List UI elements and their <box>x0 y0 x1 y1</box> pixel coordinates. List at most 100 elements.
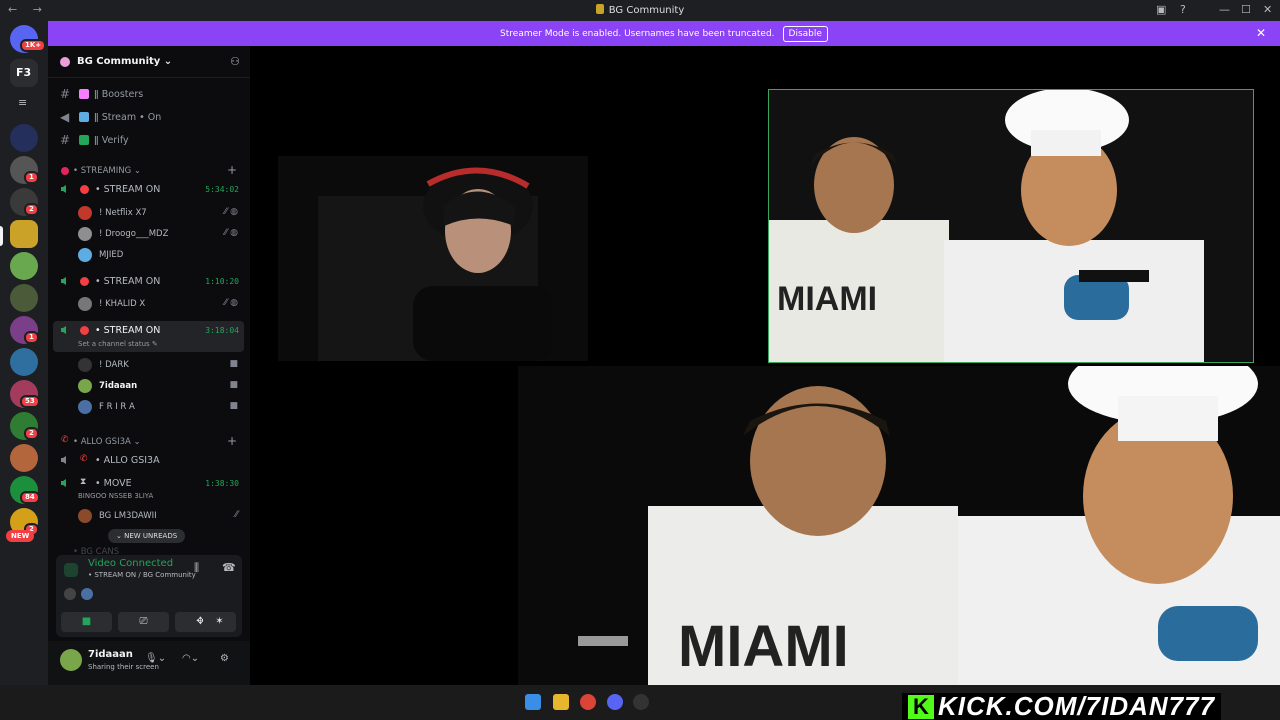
channel-timer: 1:10:20 <box>205 277 239 286</box>
channel-timer: 3:18:04 <box>205 326 239 335</box>
channel-status[interactable]: Set a channel status ✎ <box>78 340 158 348</box>
voice-user[interactable]: F R I R A ■ <box>48 397 250 417</box>
avatar <box>78 248 92 262</box>
avatar <box>64 588 76 600</box>
muted-icon: ⁄⁄ <box>234 510 238 520</box>
server-icon[interactable] <box>10 348 38 376</box>
soundboard-button[interactable]: ✶ <box>203 612 236 632</box>
server-icon[interactable]: F3 <box>10 59 38 87</box>
guild-header[interactable]: BG Community ⌄ ⚇ <box>48 46 250 78</box>
obs-icon[interactable] <box>633 694 649 710</box>
video-icon: ■ <box>229 401 238 411</box>
red-circle-icon <box>80 277 89 286</box>
channel-boosters[interactable]: # ǁ Boosters <box>48 85 250 105</box>
minimize-icon[interactable]: — <box>1219 3 1230 16</box>
server-icon[interactable] <box>10 252 38 280</box>
channel-timer: 1:38:30 <box>205 479 239 488</box>
avatar <box>78 358 92 372</box>
svg-text:MIAMI: MIAMI <box>777 280 877 318</box>
phone-icon: ✆ <box>80 454 88 464</box>
guild-icon <box>60 57 70 67</box>
windows-start-icon[interactable] <box>525 694 541 710</box>
stream-video: MIAMI <box>518 366 1280 685</box>
server-icon <box>595 4 604 14</box>
avatar <box>78 509 92 523</box>
title-bar: ← → BG Community ▣ ? — ☐ ✕ <box>0 0 1280 21</box>
server-rail: 1K+ F3 ≡ 1 2 1 53 2 84 2 NEW <box>0 21 48 685</box>
invite-icon[interactable]: ⚇ <box>230 55 240 68</box>
screen-share-button[interactable]: ⎚ <box>118 612 169 632</box>
speaker-icon <box>61 479 66 487</box>
kick-overlay: K KICK.COM/7IDAN777 <box>902 691 1222 720</box>
voice-user[interactable]: ! KHALID X ⁄⁄ ◍ <box>48 294 250 314</box>
main-stream-video[interactable]: MIAMI <box>518 366 1280 685</box>
speaker-icon <box>61 326 66 334</box>
server-icon[interactable] <box>10 124 38 152</box>
close-banner-icon[interactable]: ✕ <box>1256 26 1266 40</box>
voice-channel-move[interactable]: ⧗ • MOVE 1:38:30 BINGOO NSSEB 3LIYA <box>53 474 244 500</box>
avatar <box>78 379 92 393</box>
voice-channel-stream-on-2[interactable]: • STREAM ON 1:10:20 <box>53 272 244 292</box>
disconnect-icon[interactable]: ☎ <box>222 561 236 574</box>
noise-suppression-icon[interactable]: ⫼ <box>194 561 199 575</box>
category-streaming[interactable]: • STREAMING ⌄ + <box>48 163 250 179</box>
screen-share-tile[interactable]: MIAMI <box>768 89 1254 363</box>
category-allo-gsi3a[interactable]: ✆ • ALLO GSI3A ⌄ + <box>48 434 250 450</box>
create-channel-icon[interactable]: + <box>227 434 237 448</box>
video-icon: ■ <box>229 359 238 369</box>
maximize-icon[interactable]: ☐ <box>1241 3 1251 16</box>
bg-community-server-icon[interactable] <box>10 220 38 248</box>
hourglass-icon: ⧗ <box>80 477 87 487</box>
channel-verify[interactable]: # ǁ Verify <box>48 131 250 151</box>
voice-user[interactable]: ! Netflix X7 ⁄⁄ ◍ <box>48 203 250 223</box>
window-title: BG Community <box>0 4 1280 16</box>
voice-status[interactable]: Video Connected <box>88 558 173 569</box>
voice-user[interactable]: BG LM3DAWII ⁄⁄ <box>48 506 250 526</box>
help-icon[interactable]: ? <box>1180 3 1186 16</box>
file-explorer-icon[interactable] <box>553 694 569 710</box>
settings-icon[interactable]: ⚙ <box>220 653 229 664</box>
voice-user[interactable]: ! DARK ■ <box>48 355 250 375</box>
new-unreads-pill[interactable]: ⌄ NEW UNREADS <box>108 529 186 543</box>
channel-stream-on[interactable]: ◀ ǁ Stream • On <box>48 108 250 128</box>
inbox-icon[interactable]: ▣ <box>1156 3 1166 16</box>
server-badge: 53 <box>20 395 40 408</box>
kick-url: KICK.COM/7IDAN777 <box>938 691 1216 720</box>
server-icon[interactable] <box>10 284 38 312</box>
voice-user[interactable]: ! Droogo___MDZ ⁄⁄ ◍ <box>48 224 250 244</box>
user-status: Sharing their screen <box>88 663 159 671</box>
webcam-video-tile[interactable] <box>278 156 588 361</box>
server-badge: 84 <box>20 491 40 504</box>
server-icon[interactable] <box>10 444 38 472</box>
disable-button[interactable]: Disable <box>782 25 828 42</box>
camera-button[interactable]: ■ <box>61 612 112 632</box>
signal-icon[interactable] <box>64 563 78 577</box>
muted-deafened-icons: ⁄⁄ ◍ <box>224 207 238 217</box>
avatar[interactable] <box>60 649 82 671</box>
channel-status: BINGOO NSSEB 3LIYA <box>78 492 154 500</box>
username[interactable]: 7idaaan <box>88 649 133 660</box>
video-icon: ■ <box>229 380 238 390</box>
voice-channel-allo-gsi3a[interactable]: ✆ • ALLO GSI3A <box>53 451 244 471</box>
discord-icon[interactable] <box>607 694 623 710</box>
muted-deafened-icons: ⁄⁄ ◍ <box>224 298 238 308</box>
hash-icon: # <box>60 133 71 147</box>
server-folder-icon[interactable]: ≡ <box>10 90 38 118</box>
create-channel-icon[interactable]: + <box>227 163 237 177</box>
avatar <box>78 400 92 414</box>
voice-user[interactable]: MJIED <box>48 245 250 265</box>
headphones-icon[interactable]: ◠⌄ <box>182 653 199 664</box>
voice-channel-link[interactable]: • STREAM ON / BG Community <box>88 571 196 579</box>
close-icon[interactable]: ✕ <box>1263 3 1272 16</box>
channel-sidebar: BG Community ⌄ ⚇ # ǁ Boosters ◀ ǁ Stream… <box>48 46 250 685</box>
voice-channel-stream-on-1[interactable]: • STREAM ON 5:34:02 <box>53 180 244 200</box>
guild-name: BG Community ⌄ <box>77 56 173 67</box>
stream-stage[interactable]: MIAMI MIAMI <box>250 46 1280 685</box>
voice-user[interactable]: 7idaaan ■ <box>48 376 250 396</box>
stream-video-thumbnail: MIAMI <box>769 90 1253 362</box>
voice-channel-stream-on-3[interactable]: • STREAM ON 3:18:04 Set a channel status… <box>53 321 244 352</box>
chrome-icon[interactable] <box>580 694 596 710</box>
red-circle-icon <box>61 167 69 175</box>
microphone-icon[interactable]: 🎙︎⌄ <box>145 653 166 664</box>
server-badge: 2 <box>24 203 39 216</box>
